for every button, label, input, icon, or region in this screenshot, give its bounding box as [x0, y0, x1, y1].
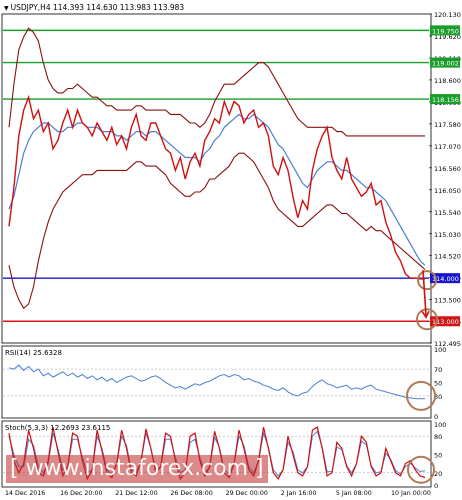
stoch-oversold-circle: [407, 455, 435, 484]
time-axis-label: 5 Jan 08:00: [336, 490, 372, 497]
time-axis-label: 21 Dec 12:00: [115, 490, 157, 497]
stoch-tick-label: 20: [434, 470, 442, 478]
main-panel-frame: [1, 13, 432, 344]
stoch-tick-label: 100: [434, 421, 446, 429]
rsi-tick-label: 50: [434, 380, 442, 388]
watermark: [ www.instaforex.com ]: [6, 455, 268, 483]
rsi-label: RSI(14) 25.6328: [5, 349, 62, 357]
price-tick-label: 115.540: [434, 209, 461, 217]
moving-average-line: [8, 113, 426, 266]
stoch-tick-label: 80: [434, 433, 442, 441]
time-axis-label: 10 Jan 00:00: [391, 490, 431, 497]
stoch-tick-label: 0: [434, 482, 438, 490]
price-line: [8, 94, 425, 280]
time-axis-label: 2 Jan 16:00: [281, 490, 317, 497]
rsi-line: [8, 364, 426, 400]
price-tick-label: 117.070: [434, 143, 461, 151]
price-tick-label: 116.560: [434, 165, 461, 173]
price-tick-label: 118.600: [434, 77, 461, 85]
lower-band-line: [8, 152, 426, 310]
price-tick-label: 115.030: [434, 231, 461, 239]
stoch-label: Stoch(5,3,3) 12.2693 23.6115: [5, 424, 110, 432]
price-tick-label: 116.050: [434, 187, 461, 195]
time-axis-label: 26 Dec 08:00: [170, 490, 212, 497]
time-axis-label: 14 Dec 2016: [5, 490, 45, 497]
arrow-down-icon: [422, 270, 427, 316]
rsi-tick-label: 70: [434, 366, 442, 374]
price-tick-label: 113.500: [434, 297, 461, 305]
time-axis-label: 29 Dec 00:00: [226, 490, 268, 497]
price-chart-svg: 120.130119.620119.110118.600118.090117.5…: [1, 11, 461, 497]
price-tick-label: 117.580: [434, 121, 461, 129]
time-axis-label: 16 Dec 20:00: [60, 490, 102, 497]
upper-band-line: [8, 27, 425, 137]
level-tag-label: 119.750: [432, 27, 459, 35]
price-tick-label: 120.130: [434, 11, 461, 19]
level-tag-label: 119.002: [432, 60, 459, 68]
rsi-tick-label: 100: [434, 346, 446, 354]
price-tick-label: 114.520: [434, 253, 461, 261]
rsi-tick-label: 0: [434, 413, 438, 421]
stoch-tick-label: 50: [434, 452, 442, 460]
level-tag-label: 118.156: [432, 96, 459, 104]
chart-window: ▼ USDJPY,H4 114.393 114.630 113.983 113.9…: [0, 0, 462, 500]
rsi-panel-frame: [1, 345, 432, 419]
